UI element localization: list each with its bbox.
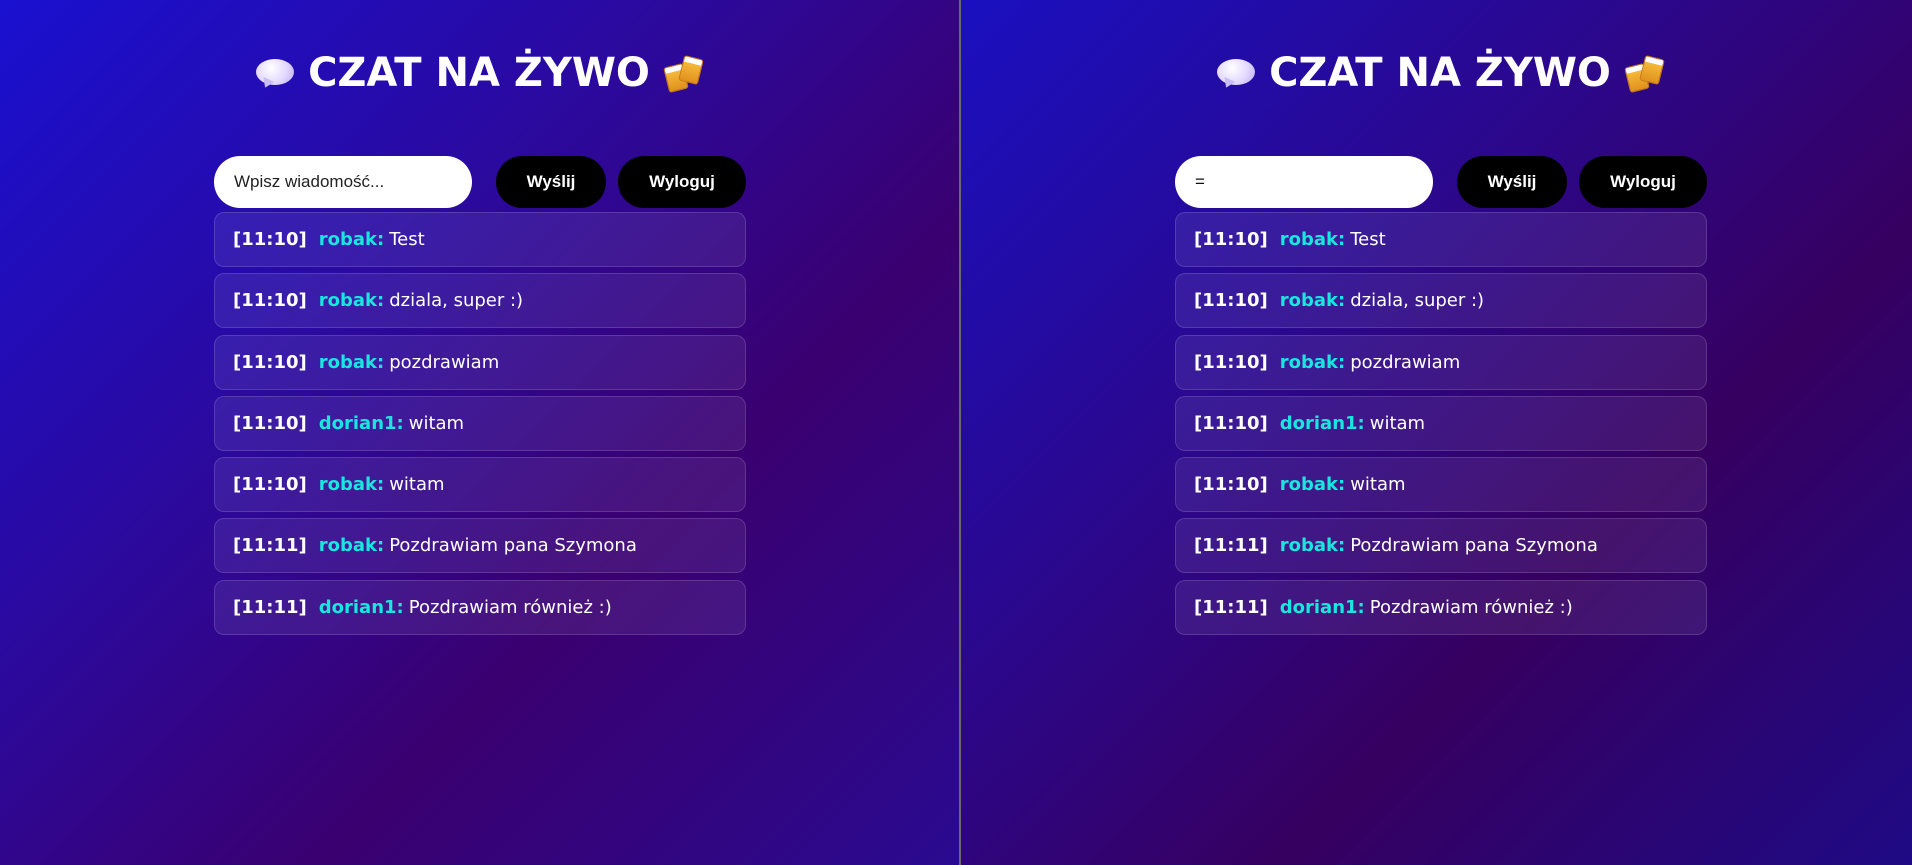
- message-item: [11:10] robak: pozdrawiam: [1175, 334, 1707, 390]
- message-controls: Wyślij Wyloguj: [214, 156, 746, 208]
- message-item: [11:10] robak: pozdrawiam: [214, 334, 746, 390]
- speech-bubble-icon: [1217, 59, 1256, 87]
- message-time: [11:11]: [233, 596, 307, 618]
- split-screen: CZAT NA ŻYWO Wyślij Wyloguj [11:10] roba…: [0, 0, 1912, 865]
- message-time: [11:10]: [1194, 351, 1268, 373]
- message-text: Test: [389, 229, 425, 250]
- speech-bubble-icon: [256, 59, 295, 87]
- message-item: [11:11] dorian1: Pozdrawiam również :): [214, 579, 746, 635]
- message-time: [11:11]: [1194, 535, 1268, 557]
- message-time: [11:10]: [1194, 290, 1268, 312]
- message-time: [11:10]: [233, 229, 307, 250]
- message-username: robak:: [318, 535, 385, 557]
- send-button[interactable]: Wyślij: [1457, 156, 1567, 208]
- message-text: Pozdrawiam pana Szymona: [1350, 535, 1598, 557]
- beer-mugs-icon: [1624, 53, 1665, 94]
- logout-button[interactable]: Wyloguj: [618, 156, 746, 208]
- message-item: [11:10] robak: Test: [214, 212, 746, 267]
- message-text: dziala, super :): [389, 290, 524, 312]
- message-text: Pozdrawiam pana Szymona: [389, 535, 637, 557]
- message-text: dziala, super :): [1350, 290, 1485, 312]
- message-time: [11:10]: [233, 474, 307, 496]
- message-time: [11:10]: [1194, 229, 1268, 250]
- message-time: [11:10]: [233, 290, 307, 312]
- message-time: [11:10]: [1194, 412, 1268, 434]
- message-username: robak:: [1279, 535, 1346, 557]
- page-title: CZAT NA ŻYWO: [1269, 50, 1611, 96]
- message-item: [11:10] robak: dziala, super :): [1175, 273, 1707, 329]
- send-button[interactable]: Wyślij: [496, 156, 606, 208]
- message-item: [11:10] dorian1: witam: [1175, 395, 1707, 451]
- message-item: [11:10] robak: witam: [214, 457, 746, 513]
- message-time: [11:11]: [1194, 596, 1268, 618]
- message-item: [11:11] dorian1: Pozdrawiam również :): [1175, 579, 1707, 635]
- message-username: robak:: [318, 290, 385, 312]
- message-item: [11:10] robak: Test: [1175, 212, 1707, 267]
- message-input[interactable]: [1175, 156, 1433, 208]
- message-time: [11:10]: [233, 351, 307, 373]
- message-time: [11:11]: [233, 535, 307, 557]
- message-item: [11:11] robak: Pozdrawiam pana Szymona: [1175, 518, 1707, 574]
- chat-header: CZAT NA ŻYWO: [214, 50, 746, 96]
- message-text: witam: [1350, 474, 1406, 496]
- message-username: robak:: [1279, 474, 1346, 496]
- message-input[interactable]: [214, 156, 472, 208]
- message-controls: Wyślij Wyloguj: [1175, 156, 1707, 208]
- message-username: dorian1:: [1279, 596, 1365, 618]
- message-username: robak:: [1279, 290, 1346, 312]
- message-list: [11:10] robak: Test [11:10] robak: dzial…: [214, 212, 746, 641]
- chat-header: CZAT NA ŻYWO: [1175, 50, 1707, 96]
- message-time: [11:10]: [1194, 474, 1268, 496]
- message-text: Test: [1350, 229, 1386, 250]
- message-username: robak:: [1279, 351, 1346, 373]
- logout-button[interactable]: Wyloguj: [1579, 156, 1707, 208]
- chat-window-right: CZAT NA ŻYWO Wyślij Wyloguj [11:10] roba…: [961, 0, 1912, 865]
- message-text: witam: [1369, 412, 1426, 434]
- message-text: Pozdrawiam również :): [1369, 596, 1573, 618]
- beer-mugs-icon: [663, 53, 704, 94]
- message-username: dorian1:: [318, 596, 404, 618]
- message-username: robak:: [1279, 229, 1346, 250]
- message-item: [11:10] dorian1: witam: [214, 395, 746, 451]
- message-username: robak:: [318, 474, 385, 496]
- message-text: Pozdrawiam również :): [408, 596, 612, 618]
- page-title: CZAT NA ŻYWO: [308, 50, 650, 96]
- message-username: dorian1:: [1279, 412, 1365, 434]
- message-time: [11:10]: [233, 412, 307, 434]
- message-username: robak:: [318, 229, 385, 250]
- message-username: robak:: [318, 351, 385, 373]
- message-text: witam: [408, 412, 465, 434]
- message-text: pozdrawiam: [1350, 351, 1461, 373]
- message-text: pozdrawiam: [389, 351, 500, 373]
- message-text: witam: [389, 474, 445, 496]
- message-item: [11:10] robak: dziala, super :): [214, 273, 746, 329]
- message-username: dorian1:: [318, 412, 404, 434]
- message-list: [11:10] robak: Test [11:10] robak: dzial…: [1175, 212, 1707, 641]
- chat-window-left: CZAT NA ŻYWO Wyślij Wyloguj [11:10] roba…: [0, 0, 959, 865]
- message-item: [11:10] robak: witam: [1175, 457, 1707, 513]
- message-item: [11:11] robak: Pozdrawiam pana Szymona: [214, 518, 746, 574]
